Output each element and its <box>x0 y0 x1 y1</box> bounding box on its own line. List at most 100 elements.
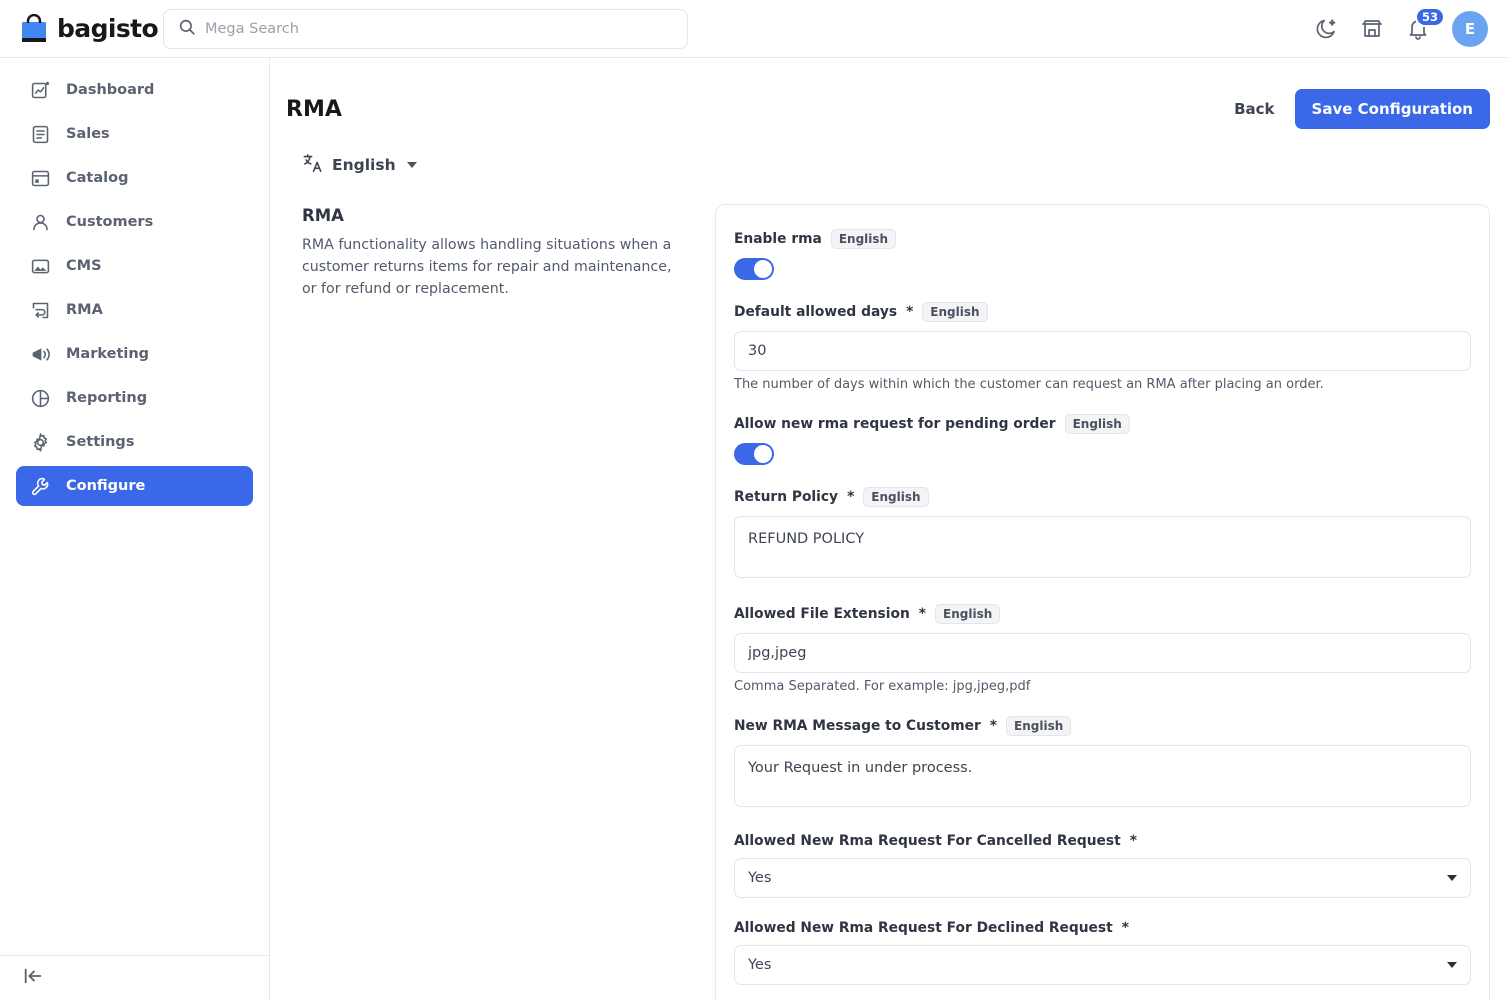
declined-request-select[interactable]: Yes No <box>734 945 1471 985</box>
sidebar-item-settings[interactable]: Settings <box>16 422 253 462</box>
field-label: Allowed New Rma Request For Declined Req… <box>734 920 1113 936</box>
locale-chip: English <box>830 229 897 249</box>
field-label: New RMA Message to Customer <box>734 718 981 734</box>
search-icon <box>178 18 196 40</box>
save-configuration-button[interactable]: Save Configuration <box>1294 89 1490 129</box>
locale-chip: English <box>863 487 929 507</box>
sidebar-item-catalog[interactable]: Catalog <box>16 158 253 198</box>
sidebar-item-label: Marketing <box>66 345 150 362</box>
description-panel: RMA RMA functionality allows handling si… <box>286 204 700 1000</box>
sidebar-item-customers[interactable]: Customers <box>16 202 253 242</box>
toggle-knob <box>754 260 772 278</box>
sidebar-item-reporting[interactable]: Reporting <box>16 378 253 418</box>
top-bar: bagisto 53 E <box>0 0 1508 58</box>
page-header: RMA Back Save Configuration <box>270 58 1508 138</box>
locale-chip: English <box>935 604 1001 624</box>
locale-chip: English <box>1006 716 1072 736</box>
chevron-down-icon <box>406 162 417 168</box>
return-policy-textarea[interactable]: REFUND POLICY Return Period: Items may b… <box>734 516 1471 578</box>
field-hint: The number of days within which the cust… <box>734 377 1324 392</box>
catalog-window-icon <box>30 168 51 189</box>
page-header-actions: Back Save Configuration <box>1234 89 1490 129</box>
sidebar-nav: Dashboard Sales Catalog Customers CMS RM… <box>0 58 269 506</box>
required-marker: * <box>918 606 927 622</box>
sidebar-item-label: Reporting <box>66 389 148 406</box>
required-marker: * <box>1121 920 1129 936</box>
moon-star-icon[interactable] <box>1314 17 1338 41</box>
cancelled-request-select[interactable]: Yes No <box>734 858 1471 898</box>
language-selector[interactable]: English <box>302 152 417 178</box>
field-label-row: New RMA Message to Customer * English <box>734 716 1471 736</box>
config-content: RMA RMA functionality allows handling si… <box>270 178 1508 1000</box>
field-label: Enable rma <box>734 231 822 247</box>
sidebar-item-label: Customers <box>66 213 154 230</box>
locale-chip: English <box>922 302 988 322</box>
dashboard-chart-icon <box>30 80 51 101</box>
storefront-icon[interactable] <box>1360 17 1384 41</box>
description-text: RMA functionality allows handling situat… <box>302 237 672 297</box>
sidebar-item-label: Sales <box>66 125 110 142</box>
wrench-icon <box>30 476 51 497</box>
sidebar-item-label: Configure <box>66 477 146 494</box>
sidebar-item-dashboard[interactable]: Dashboard <box>16 70 253 110</box>
sidebar: Dashboard Sales Catalog Customers CMS RM… <box>0 58 270 1000</box>
sidebar-item-rma[interactable]: RMA <box>16 290 253 330</box>
sidebar-item-label: RMA <box>66 301 103 318</box>
translate-icon <box>302 152 324 178</box>
page-title: RMA <box>286 96 342 122</box>
field-label-row: Allow new rma request for pending order … <box>734 414 1471 434</box>
cancelled-request-select-wrap: Yes No <box>734 858 1471 898</box>
megaphone-icon <box>30 344 51 365</box>
sidebar-item-label: CMS <box>66 257 102 274</box>
search-box[interactable] <box>163 8 688 49</box>
required-marker: * <box>1129 833 1137 849</box>
field-label-row: Return Policy * English <box>734 487 1471 507</box>
return-box-icon <box>30 300 51 321</box>
back-button[interactable]: Back <box>1234 100 1274 118</box>
sidebar-collapse-bar[interactable] <box>0 955 269 1000</box>
field-allowed-file-extension: Allowed File Extension * English Comma S… <box>734 604 1471 694</box>
required-marker: * <box>906 304 914 320</box>
field-return-policy: Return Policy * English REFUND POLICY Re… <box>734 487 1471 582</box>
field-label: Default allowed days <box>734 304 898 320</box>
new-rma-message-textarea[interactable]: Your Request in under process. <box>734 745 1471 807</box>
bagisto-bag-icon <box>20 13 48 44</box>
sidebar-item-label: Dashboard <box>66 81 155 98</box>
language-row: English <box>270 138 1508 178</box>
field-hint: Comma Separated. For example: jpg,jpeg,p… <box>734 679 1031 694</box>
sidebar-item-configure[interactable]: Configure <box>16 466 253 506</box>
default-allowed-days-input[interactable] <box>734 331 1471 371</box>
brand-logo[interactable]: bagisto <box>0 13 159 44</box>
field-new-rma-message: New RMA Message to Customer * English Yo… <box>734 716 1471 811</box>
gear-icon <box>30 432 51 453</box>
document-list-icon <box>30 124 51 145</box>
field-allow-pending-order: Allow new rma request for pending order … <box>734 414 1471 465</box>
allow-pending-order-toggle[interactable] <box>734 443 774 465</box>
field-label-row: Allowed New Rma Request For Declined Req… <box>734 920 1471 936</box>
sidebar-item-cms[interactable]: CMS <box>16 246 253 286</box>
notification-badge: 53 <box>1415 6 1446 27</box>
search-input[interactable] <box>205 20 673 37</box>
brand-name: bagisto <box>57 14 159 43</box>
field-label: Allowed New Rma Request For Cancelled Re… <box>734 833 1121 849</box>
sidebar-item-sales[interactable]: Sales <box>16 114 253 154</box>
field-label: Allow new rma request for pending order <box>734 416 1056 432</box>
field-label-row: Enable rma English <box>734 229 1471 249</box>
locale-chip: English <box>1064 414 1130 434</box>
collapse-left-icon[interactable] <box>22 965 44 991</box>
sidebar-item-marketing[interactable]: Marketing <box>16 334 253 374</box>
language-label: English <box>332 156 396 174</box>
required-marker: * <box>989 718 998 734</box>
avatar[interactable]: E <box>1452 10 1488 47</box>
required-marker: * <box>847 489 855 505</box>
form-column: Enable rma English Default allowed days … <box>700 204 1490 1000</box>
allowed-file-extension-input[interactable] <box>734 633 1471 673</box>
bell-icon[interactable]: 53 <box>1406 6 1446 41</box>
field-label: Return Policy <box>734 489 839 505</box>
image-icon <box>30 256 51 277</box>
enable-rma-toggle[interactable] <box>734 258 774 280</box>
declined-request-select-wrap: Yes No <box>734 945 1471 985</box>
field-label-row: Allowed File Extension * English <box>734 604 1471 624</box>
field-enable-rma: Enable rma English <box>734 229 1471 280</box>
description-title: RMA <box>302 206 344 225</box>
